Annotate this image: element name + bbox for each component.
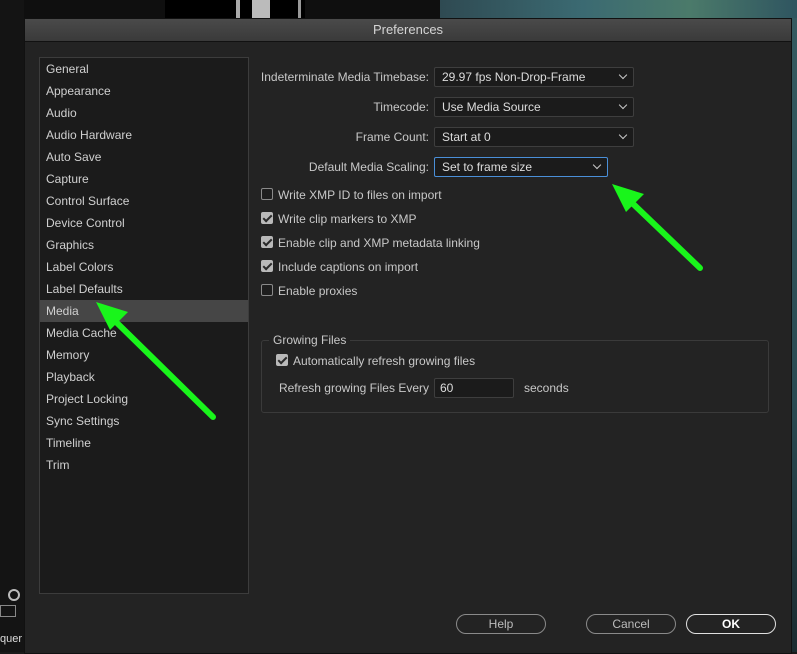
annotation-arrows	[96, 184, 703, 420]
arrow-to-media	[96, 302, 216, 420]
arrow-to-scaling	[612, 184, 703, 271]
